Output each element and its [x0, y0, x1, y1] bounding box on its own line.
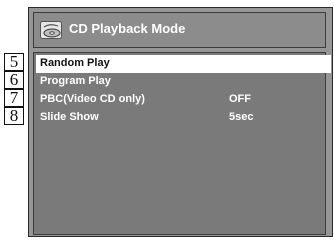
- menu-item-value: OFF: [229, 93, 251, 105]
- callout-7: 7: [4, 89, 24, 107]
- callout-5: 5: [4, 53, 24, 71]
- callout-8: 8: [4, 107, 24, 125]
- menu-item-label: PBC(Video CD only): [40, 93, 145, 105]
- menu-item-label: Slide Show: [40, 111, 99, 123]
- menu-item-pbc[interactable]: PBC(Video CD only) OFF: [36, 91, 331, 109]
- screen: 5 6 7 8 CD Playback Mode Random Play Pro…: [0, 0, 334, 241]
- menu-title: CD Playback Mode: [69, 21, 186, 36]
- menu-item-slide-show[interactable]: Slide Show 5sec: [36, 109, 331, 127]
- menu-title-bar: CD Playback Mode: [33, 12, 326, 48]
- menu-item-label: Random Play: [40, 57, 110, 69]
- menu-item-random-play[interactable]: Random Play: [36, 55, 331, 73]
- menu-list: Random Play Program Play PBC(Video CD on…: [33, 52, 331, 235]
- callout-6: 6: [4, 71, 24, 89]
- menu-item-program-play[interactable]: Program Play: [36, 73, 331, 91]
- menu-item-value: 5sec: [229, 111, 254, 123]
- menu-item-label: Program Play: [40, 75, 111, 87]
- osd-menu-panel: CD Playback Mode Random Play Program Pla…: [28, 7, 333, 237]
- disc-icon: [40, 21, 62, 39]
